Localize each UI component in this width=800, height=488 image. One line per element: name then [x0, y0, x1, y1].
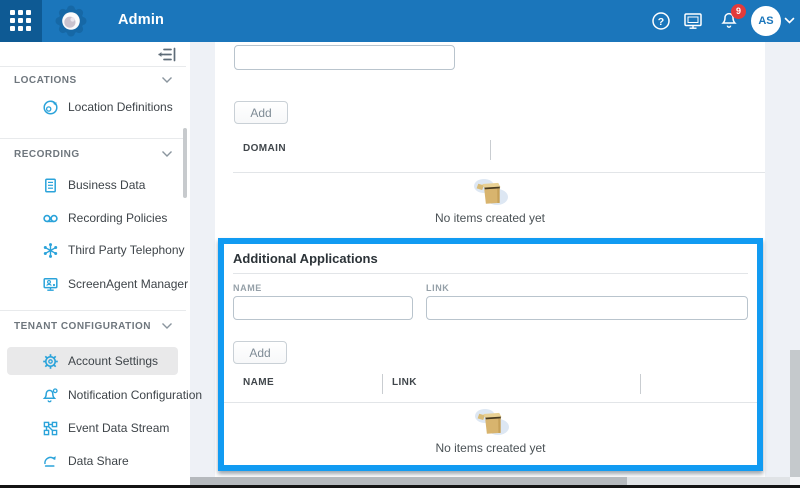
title-rule — [233, 273, 748, 274]
collapse-sidebar-icon[interactable] — [158, 47, 177, 62]
business-data-icon — [42, 177, 59, 194]
sidebar-item-account-settings[interactable]: Account Settings — [7, 347, 178, 375]
applications-empty-state-text: No items created yet — [224, 441, 757, 455]
section-title: Additional Applications — [233, 251, 378, 266]
sidebar-item-label: Data Share — [68, 454, 129, 468]
link-field-label: LINK — [426, 283, 449, 293]
section-label: TENANT CONFIGURATION — [14, 321, 151, 332]
horizontal-scrollbar-thumb[interactable] — [190, 477, 627, 485]
column-divider — [490, 140, 491, 160]
section-label: LOCATIONS — [14, 75, 77, 86]
page-title: Admin — [118, 12, 164, 28]
chevron-down-icon — [161, 322, 173, 330]
sidebar-item-label: Business Data — [68, 178, 145, 192]
additional-applications-section: Additional Applications NAME LINK Add NA… — [218, 238, 763, 471]
domain-column-header: DOMAIN — [243, 143, 286, 154]
waffle-grid-icon — [10, 10, 32, 32]
sidebar-item-label: Third Party Telephony — [68, 243, 185, 257]
notification-configuration-icon — [42, 387, 59, 404]
screenagent-manager-icon — [42, 276, 59, 293]
chevron-down-icon — [161, 76, 173, 84]
main-content-panel: Add DOMAIN No items created yet Addition… — [215, 42, 765, 477]
column-divider — [382, 374, 383, 394]
sidebar-item-label: Location Definitions — [68, 100, 173, 114]
name-field-label: NAME — [233, 283, 262, 293]
scrollbar-corner — [790, 477, 800, 485]
section-header-tenant-configuration[interactable]: TENANT CONFIGURATION — [14, 318, 173, 334]
recording-policies-icon — [42, 210, 59, 227]
vertical-scrollbar-thumb[interactable] — [790, 350, 800, 484]
name-column-header: NAME — [243, 377, 274, 388]
sidebar-item-label: Account Settings — [68, 354, 158, 368]
sidebar-item-notification-configuration[interactable]: Notification Configuration — [0, 382, 186, 408]
notification-badge: 9 — [731, 4, 746, 19]
app-launcher-button[interactable] — [0, 0, 42, 42]
chevron-down-icon — [161, 150, 173, 158]
location-definitions-icon — [42, 99, 59, 116]
screen-share-icon[interactable] — [683, 11, 703, 31]
name-input[interactable] — [233, 296, 413, 320]
sidebar-item-business-data[interactable]: Business Data — [0, 172, 186, 198]
sidebar-item-label: ScreenAgent Manager — [68, 277, 188, 291]
link-input[interactable] — [426, 296, 748, 320]
data-share-icon — [42, 453, 59, 470]
domain-add-button[interactable]: Add — [234, 101, 288, 124]
user-avatar[interactable]: AS — [751, 6, 781, 36]
sidebar-item-recording-policies[interactable]: Recording Policies — [0, 205, 186, 231]
domain-input[interactable] — [234, 45, 455, 70]
sidebar-item-third-party-telephony[interactable]: Third Party Telephony — [0, 237, 186, 263]
table-header-rule — [224, 402, 757, 403]
sidebar-item-label: Recording Policies — [68, 211, 167, 225]
empty-box-icon — [471, 176, 509, 208]
application-add-button[interactable]: Add — [233, 341, 287, 364]
sidebar-item-data-share[interactable]: Data Share — [0, 448, 186, 474]
sidebar-item-event-data-stream[interactable]: Event Data Stream — [0, 415, 186, 441]
top-app-bar: Admin ? 9 AS — [0, 0, 800, 42]
sidebar-divider — [0, 138, 186, 139]
domain-empty-state-text: No items created yet — [215, 211, 765, 225]
sidebar-divider — [0, 66, 186, 67]
sidebar-item-label: Event Data Stream — [68, 421, 169, 435]
svg-text:?: ? — [658, 16, 664, 28]
section-header-locations[interactable]: LOCATIONS — [14, 72, 173, 88]
section-label: RECORDING — [14, 149, 80, 160]
sidebar-scrollbar-thumb[interactable] — [183, 128, 187, 198]
avatar-chevron-icon[interactable] — [784, 17, 795, 25]
table-header-rule — [233, 172, 765, 173]
sidebar-divider — [0, 310, 186, 311]
sidebar-item-location-definitions[interactable]: Location Definitions — [0, 94, 186, 120]
empty-box-icon — [472, 406, 510, 438]
horizontal-scrollbar-track[interactable] — [190, 477, 800, 485]
link-column-header: LINK — [392, 377, 417, 388]
sidebar-item-screenagent-manager[interactable]: ScreenAgent Manager — [0, 271, 186, 297]
account-settings-gear-icon — [42, 353, 59, 370]
admin-app-logo-icon — [53, 3, 89, 39]
help-icon[interactable]: ? — [651, 11, 671, 31]
third-party-telephony-icon — [42, 242, 59, 259]
sidebar-item-label: Notification Configuration — [68, 388, 202, 402]
sidebar: LOCATIONS Location Definitions RECORDING… — [0, 42, 190, 488]
event-data-stream-icon — [42, 420, 59, 437]
column-divider — [640, 374, 641, 394]
section-header-recording[interactable]: RECORDING — [14, 146, 173, 162]
